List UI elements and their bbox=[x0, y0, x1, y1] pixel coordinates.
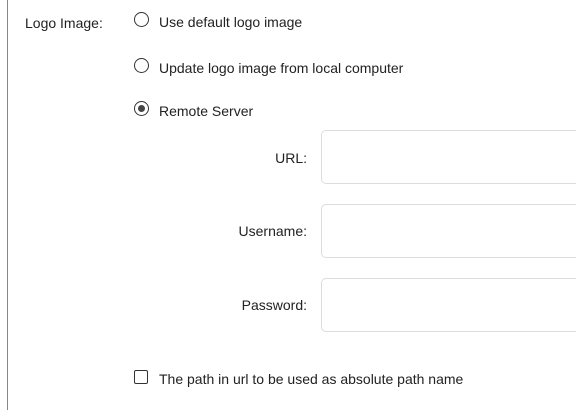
url-label: URL: bbox=[275, 150, 307, 166]
update-logo-local-option[interactable]: Update logo image from local computer bbox=[132, 55, 452, 81]
remote-server-option[interactable]: Remote Server bbox=[132, 98, 332, 124]
absolute-path-option[interactable]: The path in url to be used as absolute p… bbox=[132, 367, 552, 391]
remote-server-label: Remote Server bbox=[159, 103, 254, 119]
password-input[interactable] bbox=[321, 278, 576, 332]
use-default-logo-label: Use default logo image bbox=[159, 14, 303, 30]
username-label: Username: bbox=[238, 223, 307, 239]
absolute-path-checkbox[interactable] bbox=[134, 370, 148, 384]
absolute-path-label: The path in url to be used as absolute p… bbox=[159, 371, 464, 387]
update-logo-local-radio[interactable] bbox=[134, 58, 149, 73]
logo-image-panel: Logo Image: Use default logo image Updat… bbox=[7, 0, 576, 410]
url-input[interactable] bbox=[321, 130, 576, 184]
use-default-logo-option[interactable]: Use default logo image bbox=[132, 9, 452, 35]
username-input[interactable] bbox=[321, 204, 576, 258]
logo-image-label: Logo Image: bbox=[25, 15, 103, 31]
use-default-logo-radio[interactable] bbox=[134, 12, 149, 27]
remote-server-radio[interactable] bbox=[134, 101, 149, 116]
update-logo-local-label: Update logo image from local computer bbox=[159, 60, 404, 76]
password-label: Password: bbox=[241, 297, 307, 313]
